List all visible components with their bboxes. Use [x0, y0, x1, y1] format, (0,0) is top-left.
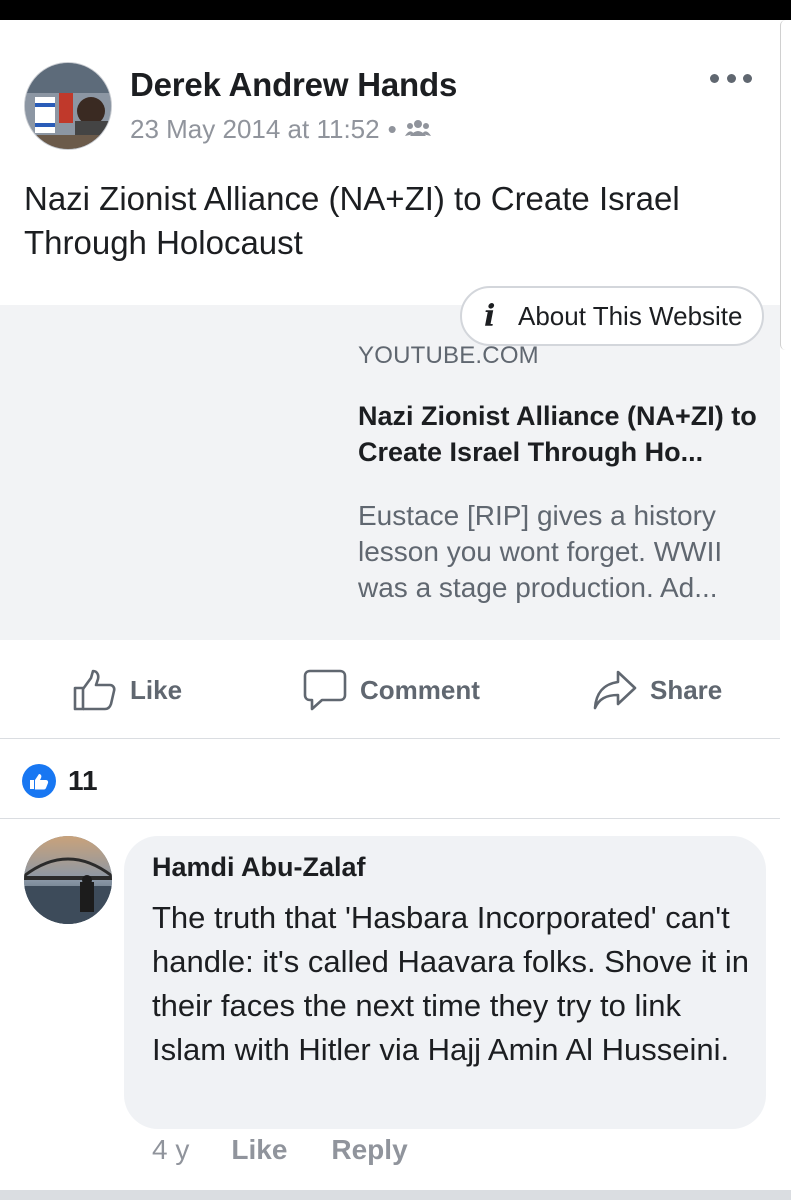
comment-like-button[interactable]: Like	[231, 1134, 287, 1166]
comment-reply-button[interactable]: Reply	[331, 1134, 407, 1166]
post-timestamp[interactable]: 23 May 2014 at 11:52	[130, 114, 380, 145]
more-dot	[743, 73, 752, 83]
share-label: Share	[650, 674, 723, 705]
scrollbar[interactable]	[780, 20, 791, 350]
link-description: Eustace [RIP] gives a history lesson you…	[358, 500, 723, 603]
info-icon: i	[484, 298, 496, 334]
comment-footer: 4 y Like Reply	[152, 1134, 408, 1166]
post-meta: 23 May 2014 at 11:52 •	[130, 114, 431, 145]
commenter-avatar-image	[24, 836, 112, 924]
status-bar	[0, 0, 791, 20]
comment-bubble-icon	[303, 669, 347, 711]
about-website-label: About This Website	[518, 300, 743, 331]
link-title[interactable]: Nazi Zionist Alliance (NA+ZI) to Create …	[358, 398, 768, 470]
post-header: Derek Andrew Hands 23 May 2014 at 11:52 …	[0, 38, 780, 158]
reactions-summary[interactable]: 11	[22, 764, 98, 798]
friends-icon[interactable]	[404, 114, 431, 145]
comment-bubble: Hamdi Abu-Zalaf The truth that 'Hasbara …	[124, 836, 766, 1129]
about-website-button[interactable]: i About This Website	[460, 286, 764, 346]
commenter-name[interactable]: Hamdi Abu-Zalaf	[152, 852, 366, 883]
like-button[interactable]: Like	[72, 668, 182, 712]
author-avatar-image	[25, 63, 111, 149]
author-name[interactable]: Derek Andrew Hands	[130, 66, 457, 104]
bottom-divider	[0, 1190, 791, 1200]
post-text: Nazi Zionist Alliance (NA+ZI) to Create …	[24, 180, 680, 261]
commenter-avatar[interactable]	[24, 836, 112, 924]
comment-label: Comment	[360, 674, 480, 705]
reaction-count: 11	[68, 765, 98, 796]
comment-text: The truth that 'Hasbara Incorporated' ca…	[152, 900, 749, 1067]
divider	[0, 738, 780, 739]
comment-button[interactable]: Comment	[302, 668, 480, 712]
like-label: Like	[130, 674, 183, 705]
share-arrow-icon	[593, 670, 637, 710]
post-actions-bar: Like Comment Share	[0, 650, 780, 730]
divider	[0, 818, 780, 819]
thumbs-up-icon	[73, 669, 116, 711]
share-button[interactable]: Share	[592, 668, 722, 712]
author-avatar[interactable]	[24, 62, 112, 150]
link-domain: YOUTUBE.COM	[358, 342, 539, 369]
meta-separator: •	[387, 114, 397, 144]
comment-age: 4 y	[152, 1134, 190, 1165]
more-options-icon[interactable]	[710, 66, 752, 90]
more-dot	[726, 73, 736, 83]
like-reaction-icon	[22, 764, 56, 798]
more-dot	[710, 73, 719, 83]
